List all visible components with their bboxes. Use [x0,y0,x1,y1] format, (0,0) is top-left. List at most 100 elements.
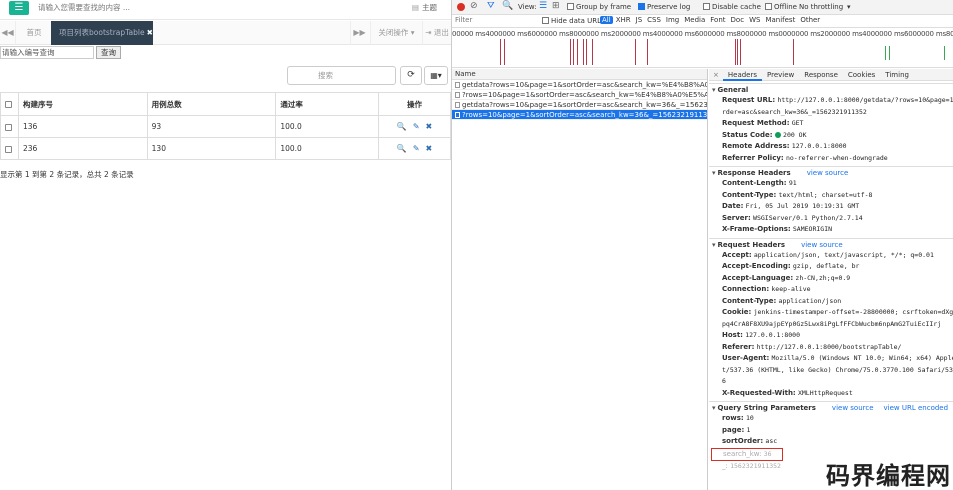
type-filter-css[interactable]: CSS [645,16,663,24]
preserve-log-toggle[interactable]: Preserve log [638,3,690,11]
theme-menu[interactable]: ▤ 主题 [412,2,437,13]
group-by-frame-checkbox[interactable] [567,3,574,10]
type-filter-ws[interactable]: WS [747,16,762,24]
response-headers-section-header[interactable]: ▾ Response Headers view source [709,166,953,178]
request-detail-pane: × Headers Preview Response Cookies Timing ▾ Ge… [709,69,953,490]
select-all-checkbox[interactable] [5,101,12,108]
request-name: ?rows=10&page=1&sortOrder=asc&search_kw=… [462,91,707,99]
disable-cache-checkbox[interactable] [703,3,710,10]
tab-home[interactable]: 首页 [18,21,50,45]
select-all-cell[interactable] [0,92,19,116]
type-filter-xhr[interactable]: XHR [614,16,633,24]
build-id-input[interactable]: 请输入编号查询 [0,46,94,59]
view-source-link[interactable]: view source [801,241,843,249]
close-icon[interactable]: ✖ [147,28,153,37]
search-icon[interactable]: 🔍 [502,1,513,11]
filter-icon[interactable]: ⛛ [487,1,495,11]
refresh-button[interactable]: ⟳ [400,66,422,85]
type-filter-other[interactable]: Other [798,16,822,24]
row-checkbox[interactable] [5,123,12,131]
network-timeline-overview[interactable]: 00000 ms4000000 ms6000000 ms8000000 ms20… [452,28,953,68]
page-tab-bar: ◀◀ 首页 项目列表bootstrapTable ✖ ▶▶ 关闭操作 ▾ ⇥ 退出 [0,21,451,45]
view-icon[interactable]: 🔍 [397,144,407,153]
row-select-cell[interactable] [0,137,19,160]
tab-cookies[interactable]: Cookies [843,69,880,81]
group-by-frame-toggle[interactable]: Group by frame [567,3,631,11]
close-detail-icon[interactable]: × [709,69,723,81]
cell-actions: 🔍 ✎ ✖ [378,137,451,160]
type-filter-manifest[interactable]: Manifest [763,16,797,24]
column-header-total-cases[interactable]: 用例总数 [146,92,277,116]
menu-toggle-button[interactable]: ☰ [9,1,29,15]
view-url-encoded-link[interactable]: view URL encoded [884,404,949,412]
request-row[interactable]: ?rows=10&page=1&sortOrder=asc&search_kw=… [452,90,707,100]
tab-project-list-label: 项目列表bootstrapTable [59,28,145,37]
column-header-build-id[interactable]: 构建序号 [17,92,148,116]
view-icon[interactable]: 🔍 [397,122,407,131]
view-source-link[interactable]: view source [807,169,849,177]
offline-toggle[interactable]: Offline [765,3,797,11]
request-list: Name getdata?rows=10&page=1&sortOrder=as… [452,69,708,490]
timeline-request-bar [735,39,736,65]
record-icon[interactable] [457,3,465,11]
network-filter-bar: Filter Hide data URLs All XHR JS CSS Img Medi… [452,15,953,28]
hide-data-urls-checkbox[interactable] [542,17,549,24]
logout-button[interactable]: ⇥ 退出 [422,21,451,45]
type-filter-font[interactable]: Font [708,16,727,24]
edit-icon[interactable]: ✎ [413,144,420,153]
view-source-link[interactable]: view source [832,404,874,412]
header-line: Accept-Encoding: gzip, deflate, br [709,261,953,273]
tab-response[interactable]: Response [799,69,843,81]
column-header-pass-rate[interactable]: 通过率 [275,92,380,116]
timeline-request-bar [944,46,945,60]
delete-icon[interactable]: ✖ [426,144,433,153]
request-row[interactable]: getdata?rows=10&page=1&sortOrder=asc&sea… [452,100,707,110]
type-filter-img[interactable]: Img [664,16,681,24]
request-headers-section-header[interactable]: ▾ Request Headers view source [709,237,953,250]
type-filter-media[interactable]: Media [682,16,707,24]
query-params-section-header[interactable]: ▾ Query String Parameters view source view … [709,401,953,413]
top-search-input[interactable]: 请输入您需要查找的内容 ... [38,2,130,13]
tab-scroll-right-button[interactable]: ▶▶ [350,21,368,45]
request-name: getdata?rows=10&page=1&sortOrder=asc&sea… [462,81,707,89]
hide-data-urls-toggle[interactable]: Hide data URLs [542,17,605,25]
query-row: 请输入编号查询 查询 [0,46,451,60]
request-row-selected[interactable]: ?rows=10&page=1&sortOrder=asc&search_kw=… [452,110,707,120]
throttling-select[interactable]: No throttling [799,3,843,11]
param-line: rows: 10 [709,413,953,425]
header-line: Accept-Language: zh-CN,zh;q=0.9 [709,273,953,285]
timeline-request-bar [504,39,505,65]
tab-preview[interactable]: Preview [762,69,799,81]
type-filter-js[interactable]: JS [634,16,645,24]
filter-input[interactable]: Filter [455,16,472,24]
triangle-down-icon: ▾ [712,240,716,249]
query-button[interactable]: 查询 [96,46,121,59]
clear-icon[interactable]: ⊘ [470,1,478,11]
devtools-panel: ⊘ ⛛ 🔍 View: ☰ ⊞ Group by frame Preserve … [451,0,953,490]
type-filter-doc[interactable]: Doc [729,16,747,24]
tab-headers[interactable]: Headers [722,69,763,81]
columns-toggle-button[interactable]: ▦▾ [424,66,448,85]
offline-checkbox[interactable] [765,3,772,10]
tab-scroll-left-button[interactable]: ◀◀ [0,21,16,45]
table-search-input[interactable]: 搜索 [287,66,396,85]
tab-timing[interactable]: Timing [880,69,914,81]
edit-icon[interactable]: ✎ [413,122,420,131]
list-view-icon[interactable]: ☰ [539,1,547,11]
row-select-cell[interactable] [0,115,19,138]
chevron-down-icon[interactable]: ▾ [847,3,851,11]
tab-project-list[interactable]: 项目列表bootstrapTable ✖ [51,21,153,45]
close-operations-dropdown[interactable]: 关闭操作 ▾ [370,21,422,45]
type-filter-all[interactable]: All [600,16,613,24]
request-row[interactable]: getdata?rows=10&page=1&sortOrder=asc&sea… [452,80,707,90]
overview-icon[interactable]: ⊞ [552,1,560,11]
general-section-header[interactable]: ▾ General [709,83,953,95]
key: Content-Type: [722,296,777,305]
name-column-header[interactable]: Name [452,69,707,80]
delete-icon[interactable]: ✖ [426,122,433,131]
preserve-log-checkbox[interactable] [638,3,645,10]
detail-tabs: × Headers Preview Response Cookies Timing [709,69,953,81]
row-checkbox[interactable] [5,145,12,153]
disable-cache-toggle[interactable]: Disable cache [703,3,761,11]
header-line-continued: 6 [709,376,953,388]
